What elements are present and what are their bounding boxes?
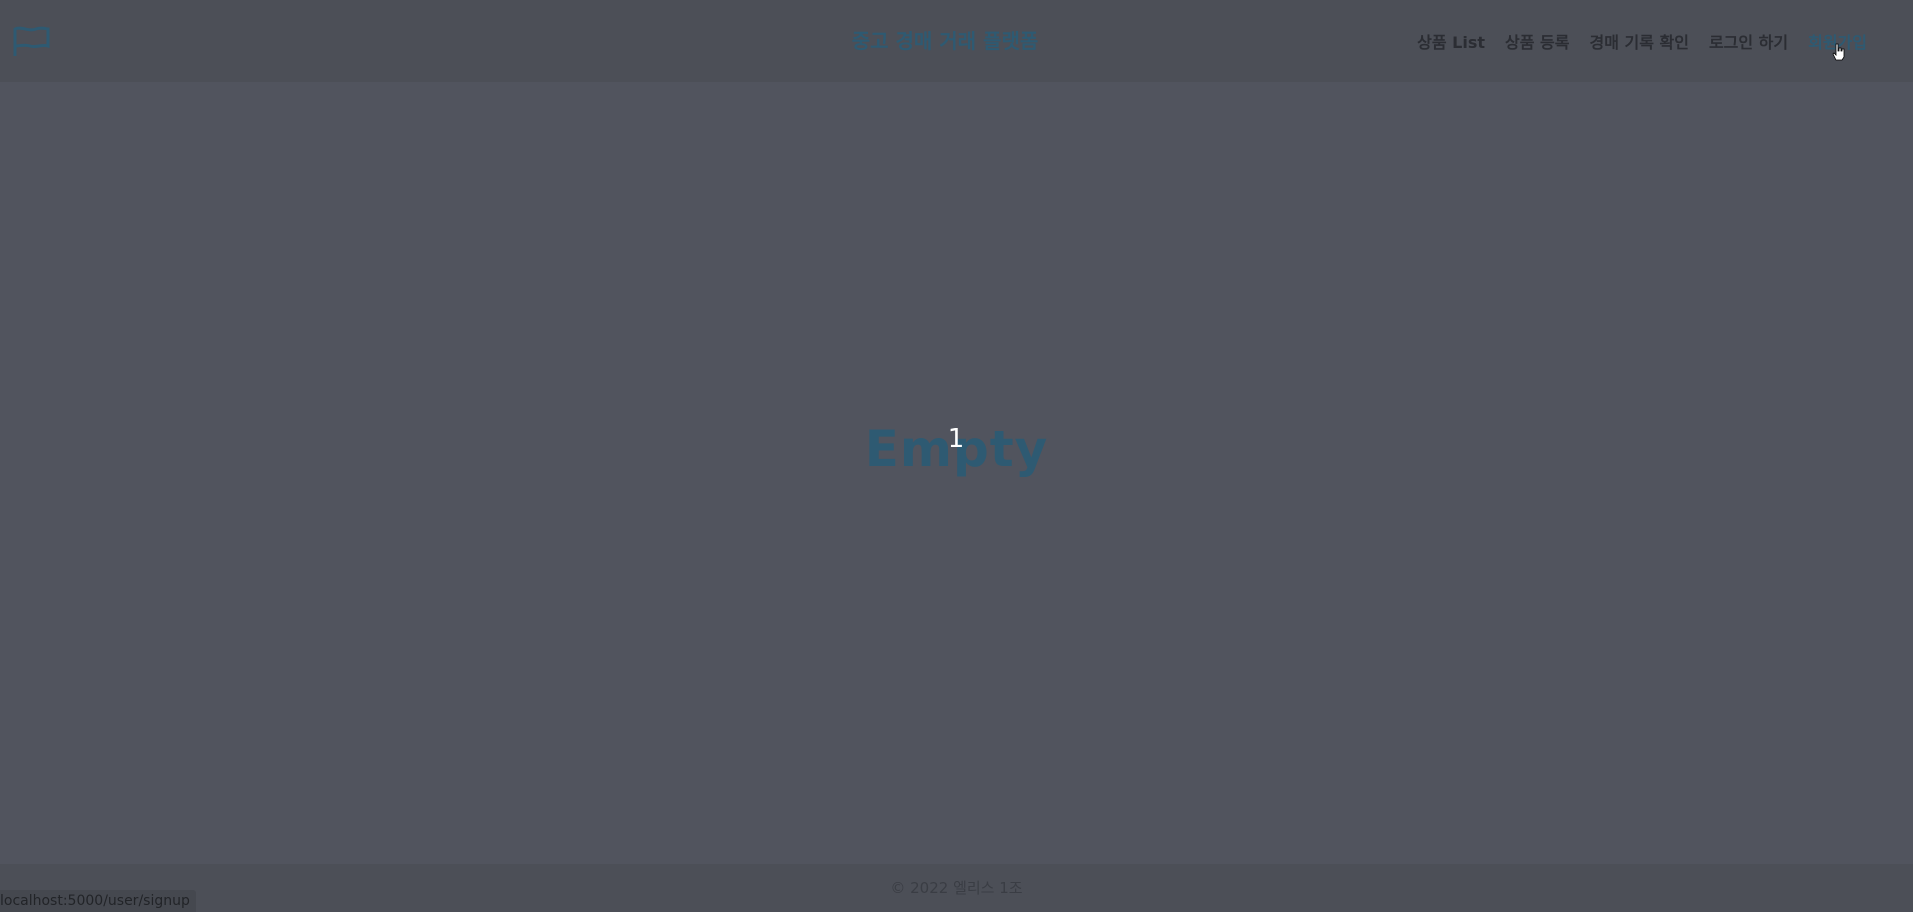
hand-cursor-icon (1832, 43, 1845, 61)
empty-state-container: Empty 1 (865, 420, 1049, 478)
nav-auction-history[interactable]: 경매 기록 확인 (1589, 29, 1688, 53)
main-nav: 상품 List 상품 등록 경매 기록 확인 로그인 하기 회원가입 (1417, 0, 1867, 82)
nav-product-list[interactable]: 상품 List (1417, 29, 1485, 53)
nav-login[interactable]: 로그인 하기 (1709, 29, 1788, 53)
page: 중고 경매 거래 플랫폼 상품 List 상품 등록 경매 기록 확인 로그인 … (0, 0, 1913, 912)
link-preview-url: localhost:5000/user/signup (0, 890, 196, 912)
footer: © 2022 엘리스 1조 (0, 864, 1913, 912)
top-navbar: 중고 경매 거래 플랫폼 상품 List 상품 등록 경매 기록 확인 로그인 … (0, 0, 1913, 82)
nav-product-register[interactable]: 상품 등록 (1505, 29, 1569, 53)
item-count: 1 (947, 424, 966, 454)
empty-state: Empty 1 (0, 420, 1913, 500)
copyright-text: © 2022 엘리스 1조 (890, 879, 1023, 897)
